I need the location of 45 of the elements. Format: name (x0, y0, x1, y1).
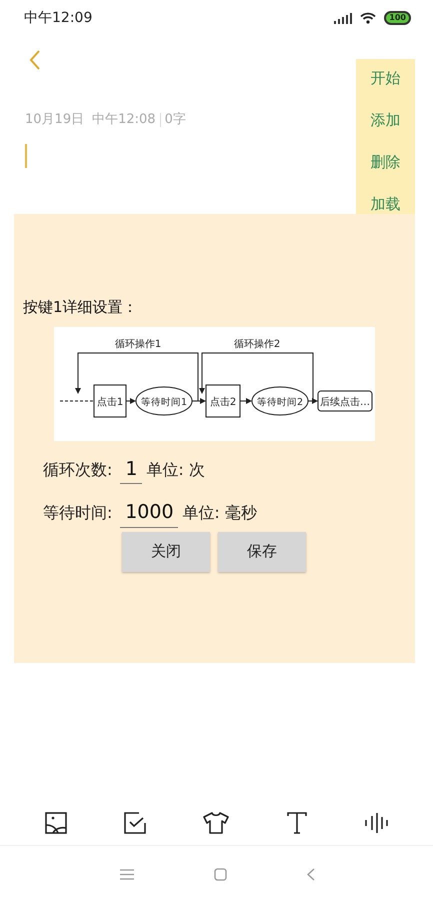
node-label: 后续点击… (320, 396, 370, 408)
back-icon[interactable] (307, 868, 315, 880)
flow-arrow (126, 398, 136, 404)
input-field[interactable]: 1 (120, 454, 142, 484)
text-cursor (25, 144, 27, 168)
menu-item[interactable]: 删除 (356, 151, 415, 193)
flow-node (206, 384, 240, 417)
flow-node (318, 390, 372, 411)
flow-node (136, 386, 192, 415)
flow-arrow (308, 398, 318, 404)
menu-item[interactable]: 开始 (356, 67, 415, 109)
battery-indicator: 100 (384, 11, 411, 25)
menu-icon[interactable] (120, 868, 134, 880)
field-label: 循环次数: (43, 458, 112, 480)
flow-node (252, 386, 308, 415)
dialog-button[interactable]: 关闭 (122, 532, 210, 572)
home-icon[interactable] (214, 868, 227, 880)
flow-arrow (240, 398, 252, 404)
unit-label: 单位: 毫秒 (182, 502, 257, 524)
node-label: 点击2 (210, 396, 236, 408)
signal-icon (334, 12, 352, 24)
field-label: 等待时间: (43, 502, 112, 524)
loop-label: 循环操作1 (114, 338, 162, 350)
note-date: 10月19日 (25, 111, 84, 129)
node-label: 点击1 (96, 396, 124, 408)
unit-label: 单位: 次 (146, 458, 205, 480)
word-count: 0字 (164, 111, 186, 129)
shirt-icon[interactable] (203, 812, 230, 834)
input-field[interactable]: 1000 (120, 498, 178, 528)
note-time: 中午12:08 (92, 111, 156, 129)
node-label: 等待时间2 (256, 396, 304, 408)
wifi-icon (360, 12, 376, 24)
status-time: 中午12:09 (24, 8, 92, 28)
dashed-line (60, 400, 94, 401)
dialog-button[interactable]: 保存 (218, 532, 306, 572)
image-icon[interactable] (44, 812, 67, 834)
flow-node (94, 384, 126, 417)
dialog-title: 按键1详细设置： (23, 297, 139, 318)
menu-item[interactable]: 添加 (356, 109, 415, 151)
loop-label: 循环操作2 (234, 338, 280, 350)
text-icon[interactable] (286, 812, 307, 834)
flow-arrow (192, 398, 206, 404)
voice-icon[interactable] (364, 812, 388, 834)
checkbox-icon[interactable] (124, 812, 146, 834)
node-label: 等待时间1 (140, 396, 188, 408)
